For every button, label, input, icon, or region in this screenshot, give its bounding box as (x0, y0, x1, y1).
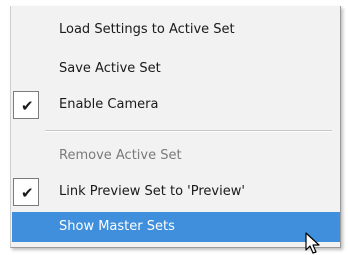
menu-item-label: Show Master Sets (59, 219, 175, 234)
menu-item-label: Link Preview Set to 'Preview' (59, 184, 245, 199)
menu-separator (45, 130, 332, 132)
menu-item-label: Enable Camera (59, 97, 159, 112)
menu-item-save-active-set[interactable]: Save Active Set (12, 54, 340, 84)
context-menu: Load Settings to Active Set Save Active … (10, 6, 341, 248)
screenshot-canvas: Load Settings to Active Set Save Active … (0, 0, 348, 255)
check-cell (12, 15, 38, 45)
menu-item-link-preview-set[interactable]: ✔ Link Preview Set to 'Preview' (12, 177, 340, 207)
menu-item-remove-active-set[interactable]: Remove Active Set (12, 141, 340, 171)
checkmark-icon: ✔ (21, 97, 34, 115)
check-cell: ✔ (13, 178, 39, 206)
menu-item-label: Remove Active Set (59, 148, 182, 163)
check-cell (12, 141, 38, 171)
menu-item-enable-camera[interactable]: ✔ Enable Camera (12, 90, 340, 120)
arrow-pointer-icon (305, 232, 320, 254)
menu-item-label: Load Settings to Active Set (59, 22, 235, 37)
menu-item-show-master-sets[interactable]: Show Master Sets (12, 212, 340, 242)
checkmark-icon: ✔ (21, 184, 34, 202)
check-cell: ✔ (13, 91, 39, 119)
check-cell (12, 54, 38, 84)
menu-item-label: Save Active Set (59, 61, 161, 76)
check-cell (12, 212, 38, 242)
menu-item-load-settings[interactable]: Load Settings to Active Set (12, 15, 340, 45)
